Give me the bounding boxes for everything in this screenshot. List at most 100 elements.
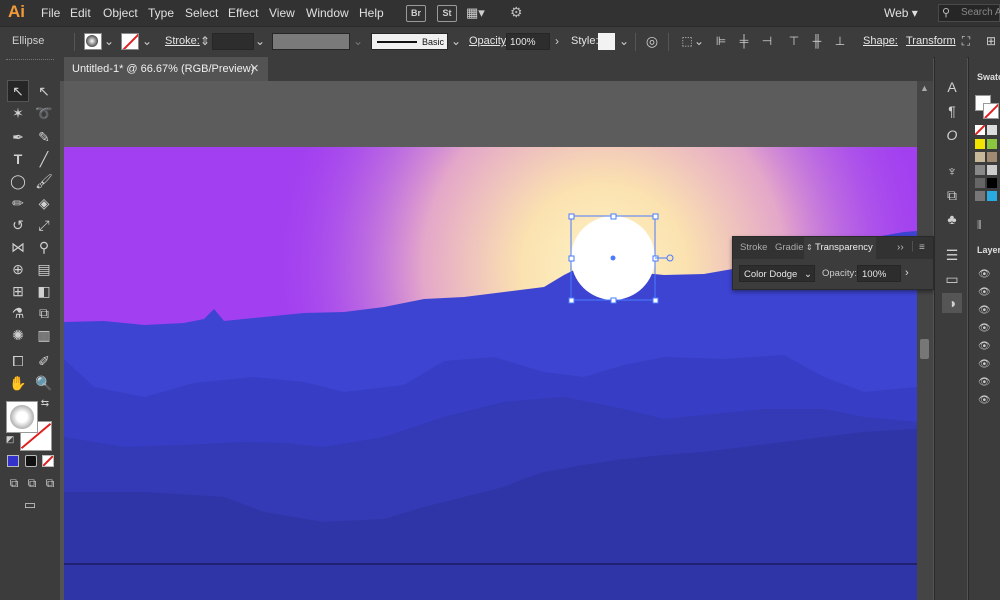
- menu-edit[interactable]: Edit: [70, 6, 91, 20]
- blend-tool-icon[interactable]: ⧉: [34, 303, 54, 323]
- fill-color-box[interactable]: [6, 401, 38, 433]
- menu-file[interactable]: File: [41, 6, 60, 20]
- character-panel-icon[interactable]: A: [942, 77, 962, 97]
- variable-width-profile[interactable]: [272, 33, 350, 50]
- resize-handle-tl[interactable]: [568, 213, 575, 220]
- slice-tool-icon[interactable]: ✐: [34, 351, 54, 371]
- graphic-style-swatch[interactable]: [598, 33, 615, 50]
- opentype-panel-icon[interactable]: O: [942, 125, 962, 145]
- swatch-tan[interactable]: [975, 152, 985, 162]
- puppet-icon[interactable]: ♆: [942, 161, 962, 181]
- swatch-green[interactable]: [987, 139, 997, 149]
- draw-normal-icon[interactable]: ⧉: [4, 473, 24, 493]
- stroke-weight-stepper[interactable]: ⇕: [198, 34, 212, 48]
- search-box[interactable]: ⚲ Search A: [938, 4, 1000, 22]
- default-fill-stroke-icon[interactable]: ◩: [4, 433, 16, 445]
- stroke-panel-icon[interactable]: ☰: [942, 245, 962, 265]
- align-to-chevron-down-icon[interactable]: ⌄: [692, 34, 706, 48]
- tab-transparency[interactable]: ⇕ Transparency: [804, 237, 876, 259]
- screen-mode-icon[interactable]: ▭: [20, 495, 40, 515]
- pen-tool-icon[interactable]: ✒: [8, 127, 28, 147]
- layers-title[interactable]: Layers: [977, 245, 1000, 255]
- brush-definition-field[interactable]: Basic: [371, 33, 448, 50]
- rotate-tool-icon[interactable]: ↺: [8, 215, 28, 235]
- zoom-tool-icon[interactable]: 🔍: [34, 373, 54, 393]
- swatch-stroke-indicator[interactable]: [983, 103, 999, 119]
- panel-menu-icon[interactable]: ⊞: [984, 34, 998, 48]
- gradient-mode-icon[interactable]: [25, 455, 37, 467]
- style-chevron-down-icon[interactable]: ⌄: [617, 34, 631, 48]
- menu-help[interactable]: Help: [359, 6, 384, 20]
- stroke-weight-chevron-down-icon[interactable]: ⌄: [253, 34, 267, 48]
- draw-behind-icon[interactable]: ⧉: [22, 473, 42, 493]
- align-center-v-icon[interactable]: ╫: [810, 34, 824, 48]
- swap-fill-stroke-icon[interactable]: ⇆: [38, 397, 52, 411]
- fill-dropdown-chevron-down-icon[interactable]: ⌄: [102, 34, 116, 48]
- eyedropper-tool-icon[interactable]: ⚗: [8, 303, 28, 323]
- mesh-tool-icon[interactable]: ⊞: [8, 281, 28, 301]
- opacity-slider-chevron-right-icon[interactable]: ›: [905, 267, 909, 279]
- align-top-icon[interactable]: ⊤: [787, 34, 801, 48]
- ellipse-tool-icon[interactable]: ◯: [8, 171, 28, 191]
- color-mode-icon[interactable]: [7, 455, 19, 467]
- bridge-button[interactable]: Br: [406, 5, 426, 22]
- visibility-eye-icon[interactable]: 👁: [978, 341, 991, 352]
- line-tool-icon[interactable]: ╱: [34, 149, 54, 169]
- swatch-folder-icon-2[interactable]: [975, 191, 985, 201]
- arrange-documents-icon[interactable]: ▦▾: [466, 5, 485, 21]
- align-center-h-icon[interactable]: ╪: [737, 34, 751, 48]
- shape-builder-tool-icon[interactable]: ⊕: [8, 259, 28, 279]
- visibility-eye-icon[interactable]: 👁: [978, 305, 991, 316]
- swatches-title[interactable]: Swatc: [977, 72, 1000, 82]
- eraser-tool-icon[interactable]: ◈: [34, 193, 54, 213]
- scrollbar-thumb[interactable]: [920, 339, 929, 359]
- collapse-panel-icon[interactable]: ››: [897, 242, 904, 253]
- visibility-eye-icon[interactable]: 👁: [978, 287, 991, 298]
- resize-handle-b[interactable]: [610, 297, 617, 304]
- transform-label[interactable]: Transform: [906, 35, 956, 47]
- resize-handle-br[interactable]: [652, 297, 659, 304]
- menu-type[interactable]: Type: [148, 6, 174, 20]
- stroke-swatch[interactable]: [121, 33, 139, 50]
- stroke-label[interactable]: Stroke:: [165, 35, 200, 47]
- swatch-black[interactable]: [987, 178, 997, 188]
- visibility-eye-icon[interactable]: 👁: [978, 359, 991, 370]
- perspective-grid-tool-icon[interactable]: ▤: [34, 259, 54, 279]
- selection-tool-icon[interactable]: ↖: [7, 80, 29, 102]
- opacity-input[interactable]: 100%: [857, 265, 901, 282]
- opacity-chevron-right-icon[interactable]: ›: [550, 34, 564, 48]
- brush-chevron-down-icon[interactable]: ⌄: [449, 34, 463, 48]
- swatch-group-icon[interactable]: [975, 165, 985, 175]
- workspace-switcher[interactable]: Web ▾: [884, 6, 918, 20]
- lasso-tool-icon[interactable]: ➰: [34, 103, 54, 123]
- resize-handle-t[interactable]: [610, 213, 617, 220]
- menu-object[interactable]: Object: [103, 6, 138, 20]
- symbol-sprayer-tool-icon[interactable]: ✺: [8, 325, 28, 345]
- isolate-object-icon[interactable]: ⛶: [959, 34, 973, 48]
- scale-tool-icon[interactable]: ⤢: [34, 215, 54, 235]
- tab-gradient[interactable]: Gradie: [775, 237, 804, 259]
- draw-inside-icon[interactable]: ⧉: [40, 473, 60, 493]
- menu-select[interactable]: Select: [185, 6, 218, 20]
- variable-width-chevron-down-icon[interactable]: ⌄: [351, 34, 365, 48]
- stock-button[interactable]: St: [437, 5, 457, 22]
- fill-swatch[interactable]: [84, 33, 102, 50]
- document-tab[interactable]: Untitled-1* @ 66.67% (RGB/Preview) ✕: [64, 57, 268, 81]
- visibility-eye-icon[interactable]: 👁: [978, 377, 991, 388]
- symbols-panel-icon[interactable]: ♣: [942, 209, 962, 229]
- tab-stroke[interactable]: Stroke: [740, 237, 767, 259]
- align-right-icon[interactable]: ⊣: [760, 34, 774, 48]
- swatch-none[interactable]: [975, 125, 985, 135]
- visibility-eye-icon[interactable]: 👁: [978, 395, 991, 406]
- hand-tool-icon[interactable]: ✋: [8, 373, 28, 393]
- swatch-gray[interactable]: [987, 165, 997, 175]
- swatch-folder-icon[interactable]: [975, 178, 985, 188]
- resize-handle-l[interactable]: [568, 255, 575, 262]
- menu-window[interactable]: Window: [306, 6, 349, 20]
- curvature-tool-icon[interactable]: ✎: [34, 127, 54, 147]
- align-bottom-icon[interactable]: ⊥: [833, 34, 847, 48]
- visibility-eye-icon[interactable]: 👁: [978, 269, 991, 280]
- shape-label[interactable]: Shape:: [863, 35, 898, 47]
- close-tab-icon[interactable]: ✕: [250, 57, 259, 81]
- paragraph-panel-icon[interactable]: ¶: [942, 101, 962, 121]
